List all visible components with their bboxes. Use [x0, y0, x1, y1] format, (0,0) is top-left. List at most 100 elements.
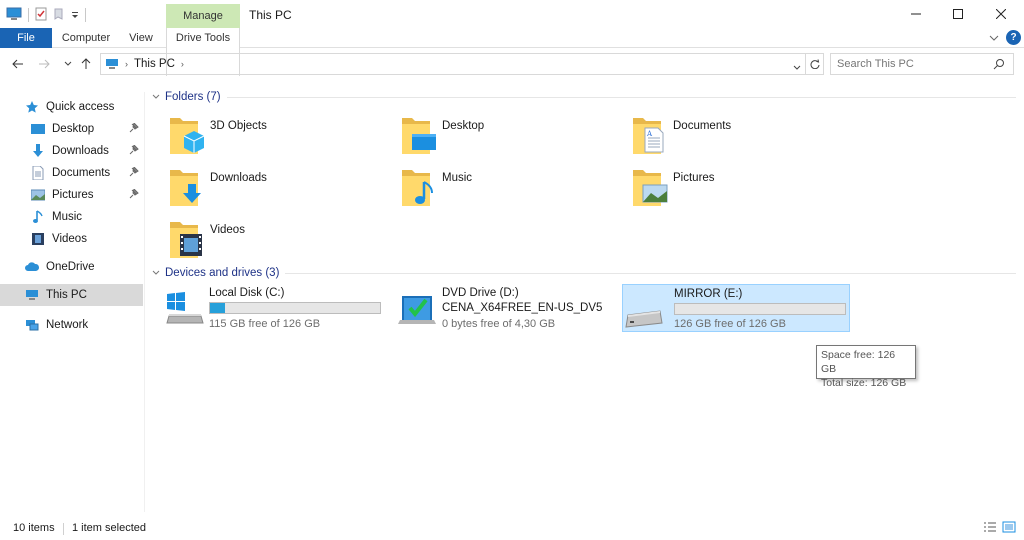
drive-tooltip: Space free: 126 GB Total size: 126 GB: [816, 345, 916, 389]
this-pc-icon: [24, 287, 40, 303]
folder-desktop[interactable]: Desktop: [400, 114, 620, 160]
sidebar-item-onedrive[interactable]: OneDrive: [0, 256, 143, 278]
folder-label: Pictures: [673, 172, 715, 184]
breadcrumb-chevron-icon[interactable]: ›: [125, 59, 128, 69]
manage-context-tab[interactable]: Manage: [166, 4, 240, 28]
toolbar-separator: [28, 8, 29, 22]
folder-videos[interactable]: Videos: [168, 218, 388, 264]
folder-desktop-icon: [400, 114, 440, 158]
drive-name: DVD Drive (D:): [442, 287, 519, 299]
folder-label: Music: [442, 172, 473, 184]
drive-usage-fill: [210, 303, 225, 313]
quick-access-toolbar: [6, 6, 86, 24]
sidebar-item-desktop[interactable]: Desktop: [0, 118, 143, 140]
tab-view[interactable]: View: [122, 28, 160, 48]
sidebar-item-label: This PC: [46, 289, 87, 301]
sidebar-item-network[interactable]: Network: [0, 314, 143, 336]
pin-icon[interactable]: [129, 122, 139, 136]
pin-icon[interactable]: [129, 188, 139, 202]
folder-music[interactable]: Music: [400, 166, 620, 212]
sidebar-item-this-pc[interactable]: This PC: [0, 284, 143, 306]
sidebar-item-label: Documents: [52, 167, 111, 179]
breadcrumb-chevron-icon[interactable]: ›: [181, 59, 184, 69]
sidebar-item-documents[interactable]: Documents: [0, 162, 143, 184]
pin-icon[interactable]: [129, 166, 139, 180]
properties-icon[interactable]: [35, 7, 47, 24]
pin-icon[interactable]: [129, 144, 139, 158]
download-arrow-icon: [30, 143, 46, 159]
drive-free-space: 126 GB free of 126 GB: [674, 318, 786, 330]
desktop-icon: [30, 121, 46, 137]
large-icons-view-icon[interactable]: [1002, 521, 1016, 536]
sidebar-item-downloads[interactable]: Downloads: [0, 140, 143, 162]
drive-name: Local Disk (C:): [209, 287, 285, 299]
pictures-icon: [30, 187, 46, 203]
folder-3d-objects-icon: [168, 114, 208, 158]
folders-group-header[interactable]: Folders (7): [152, 89, 1016, 105]
star-icon: [24, 99, 40, 115]
search-input[interactable]: [837, 58, 987, 70]
sidebar-item-music[interactable]: Music: [0, 206, 143, 228]
group-divider: [226, 96, 1016, 98]
drive-usage-bar: [209, 302, 381, 314]
tooltip-space-free: Space free: 126 GB: [821, 349, 896, 375]
toolbar-separator: [85, 8, 86, 22]
dvd-drive-icon: [398, 290, 438, 326]
sidebar-item-label: Videos: [52, 233, 87, 245]
refresh-button[interactable]: [806, 53, 824, 75]
help-icon[interactable]: ?: [1006, 30, 1021, 45]
drives-group-header[interactable]: Devices and drives (3): [152, 265, 1016, 281]
drive-volume-label: CENA_X64FREE_EN-US_DV5: [442, 302, 603, 314]
drive-mirror-e[interactable]: MIRROR (E:) 126 GB free of 126 GB: [622, 284, 850, 332]
search-box[interactable]: [830, 53, 1014, 75]
folder-label: Documents: [673, 120, 732, 132]
status-bar: 10 items 1 item selected: [0, 520, 1024, 538]
breadcrumb-this-pc[interactable]: This PC: [134, 58, 175, 70]
drive-dvd-d[interactable]: DVD Drive (D:) CENA_X64FREE_EN-US_DV5 0 …: [396, 284, 616, 332]
folder-pictures[interactable]: Pictures: [631, 166, 851, 212]
recent-locations-button[interactable]: [58, 54, 78, 74]
collapse-chevron-icon[interactable]: [152, 94, 160, 100]
windows-drive-icon: [165, 290, 205, 326]
customize-qat-icon[interactable]: [71, 8, 79, 22]
group-divider: [285, 272, 1016, 274]
details-view-icon[interactable]: [983, 521, 997, 536]
address-bar[interactable]: › This PC ›: [100, 53, 806, 75]
back-button[interactable]: [8, 54, 28, 74]
new-folder-icon[interactable]: [53, 7, 65, 24]
sidebar-item-label: Music: [52, 211, 83, 223]
tab-computer[interactable]: Computer: [56, 28, 116, 48]
sidebar-item-quick-access[interactable]: Quick access: [0, 96, 143, 118]
search-icon[interactable]: [993, 58, 1005, 73]
network-icon: [24, 317, 40, 333]
music-note-icon: [30, 209, 46, 225]
computer-icon[interactable]: [6, 7, 22, 24]
folder-downloads-icon: [168, 166, 208, 210]
folder-videos-icon: [168, 218, 208, 262]
tab-file[interactable]: File: [0, 28, 52, 48]
folder-downloads[interactable]: Downloads: [168, 166, 388, 212]
sidebar-item-videos[interactable]: Videos: [0, 228, 143, 250]
close-button[interactable]: [980, 0, 1022, 28]
folder-label: 3D Objects: [210, 120, 267, 132]
sidebar-item-pictures[interactable]: Pictures: [0, 184, 143, 206]
sidebar-item-label: Downloads: [52, 145, 109, 157]
folder-3d-objects[interactable]: 3D Objects: [168, 114, 388, 160]
group-title: Devices and drives (3): [165, 267, 280, 279]
folder-documents-icon: A: [631, 114, 671, 158]
status-divider: [63, 523, 64, 535]
folder-documents[interactable]: A Documents: [631, 114, 851, 160]
sidebar-item-label: Desktop: [52, 123, 95, 135]
minimize-button[interactable]: [895, 0, 937, 28]
maximize-button[interactable]: [937, 0, 979, 28]
navigation-pane: Quick access Desktop Downloads Documents…: [0, 92, 145, 512]
drive-local-disk-c[interactable]: Local Disk (C:) 115 GB free of 126 GB: [163, 284, 389, 332]
address-dropdown-icon[interactable]: [793, 60, 801, 74]
forward-button[interactable]: [34, 54, 54, 74]
collapse-chevron-icon[interactable]: [152, 270, 160, 276]
ribbon: File Computer View Drive Tools ?: [0, 28, 1024, 76]
up-button[interactable]: [76, 54, 96, 74]
cloud-icon: [24, 259, 40, 275]
title-bar: Manage This PC: [0, 0, 1024, 28]
ribbon-expand-icon[interactable]: [987, 31, 1001, 45]
